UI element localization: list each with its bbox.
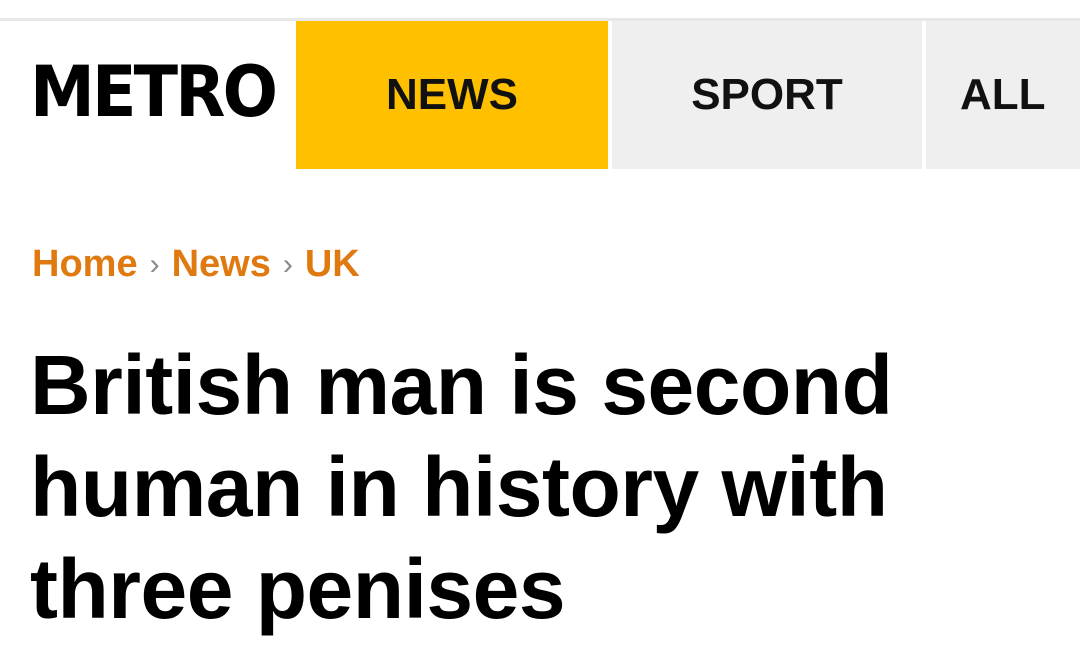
breadcrumb-news-link[interactable]: News <box>172 243 271 286</box>
headline-line: human in history with <box>30 440 888 534</box>
breadcrumb-separator: › <box>149 248 160 281</box>
headline-line: three penises <box>30 542 566 636</box>
breadcrumb-home-link[interactable]: Home <box>32 243 138 286</box>
nav-tab-all[interactable]: ALL <box>926 21 1080 169</box>
nav-tab-sport[interactable]: SPORT <box>612 21 922 169</box>
page: METRO NEWS SPORT ALL Home › News › UK Br… <box>0 0 1080 664</box>
breadcrumb-separator: › <box>282 248 293 281</box>
breadcrumb-uk-link[interactable]: UK <box>305 243 360 286</box>
headline-line: British man is second <box>30 338 893 432</box>
site-header: METRO NEWS SPORT ALL <box>0 21 1080 169</box>
metro-logo[interactable]: METRO <box>30 57 278 127</box>
breadcrumb: Home › News › UK <box>32 240 360 288</box>
nav-tab-news[interactable]: NEWS <box>296 21 608 169</box>
article-headline: British man is second human in history w… <box>30 334 990 640</box>
